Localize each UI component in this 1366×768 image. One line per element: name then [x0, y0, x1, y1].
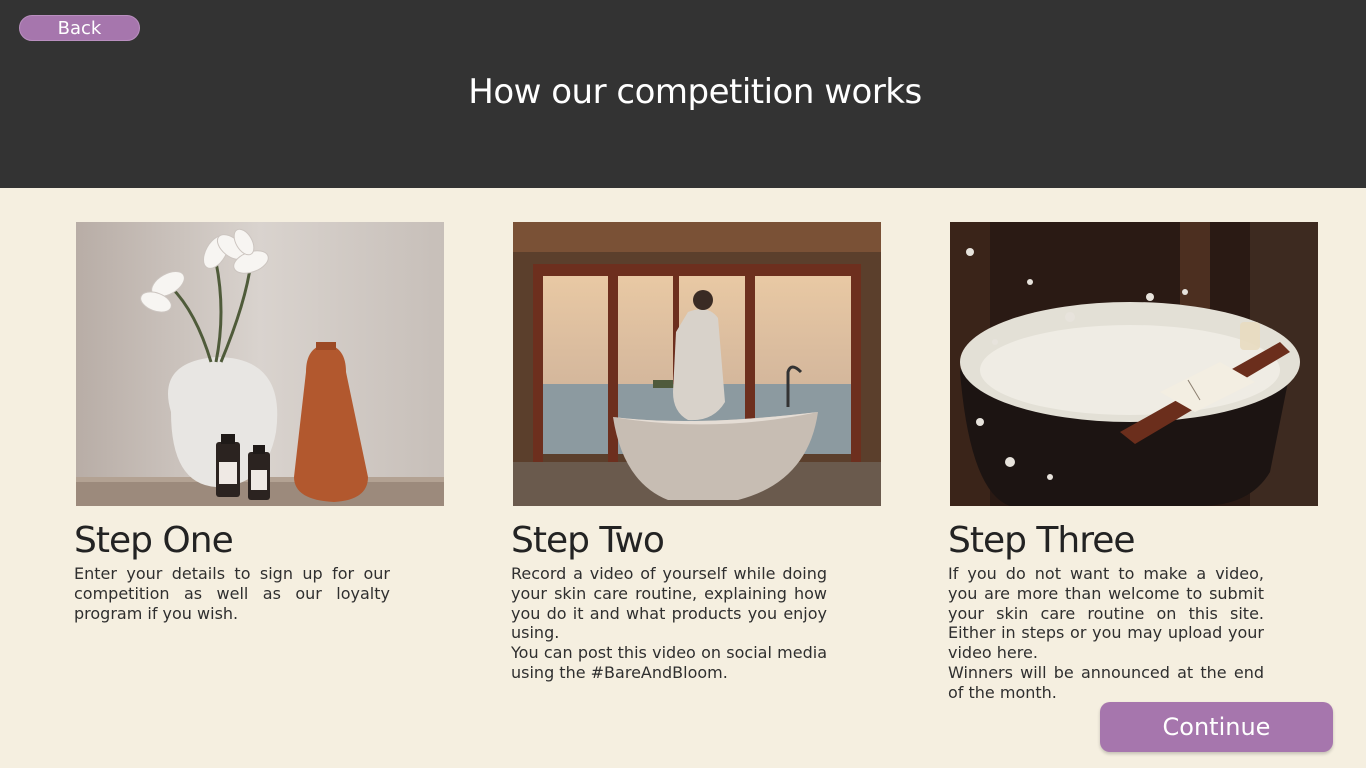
step-card-one: Step One Enter your details to sign up f… [74, 222, 444, 623]
step-card-three: Step Three If you do not want to make a … [948, 222, 1318, 703]
step-title: Step One [74, 520, 234, 561]
back-button[interactable]: Back [19, 15, 140, 41]
step-description: If you do not want to make a video, you … [948, 564, 1264, 703]
step-paragraph: Winners will be announced at the end of … [948, 662, 1264, 702]
header-bar: Back How our competition works [0, 0, 1366, 188]
step-paragraph: Record a video of yourself while doing y… [511, 564, 827, 643]
step-description: Enter your details to sign up for our co… [74, 564, 390, 623]
step-description: Record a video of yourself while doing y… [511, 564, 827, 683]
step-paragraph: If you do not want to make a video, you … [948, 564, 1264, 663]
continue-button[interactable]: Continue [1100, 702, 1333, 752]
step-title: Step Two [511, 520, 665, 561]
step-title: Step Three [948, 520, 1136, 561]
step-paragraph: Enter your details to sign up for our co… [74, 564, 390, 623]
bathtub-view-photo [513, 222, 881, 506]
diffuser-photo [76, 222, 444, 506]
step-card-two: Step Two Record a video of yourself whil… [511, 222, 881, 683]
step-paragraph: You can post this video on social media … [511, 643, 827, 682]
bathtub-book-photo [950, 222, 1318, 506]
page-title: How our competition works [468, 72, 922, 112]
